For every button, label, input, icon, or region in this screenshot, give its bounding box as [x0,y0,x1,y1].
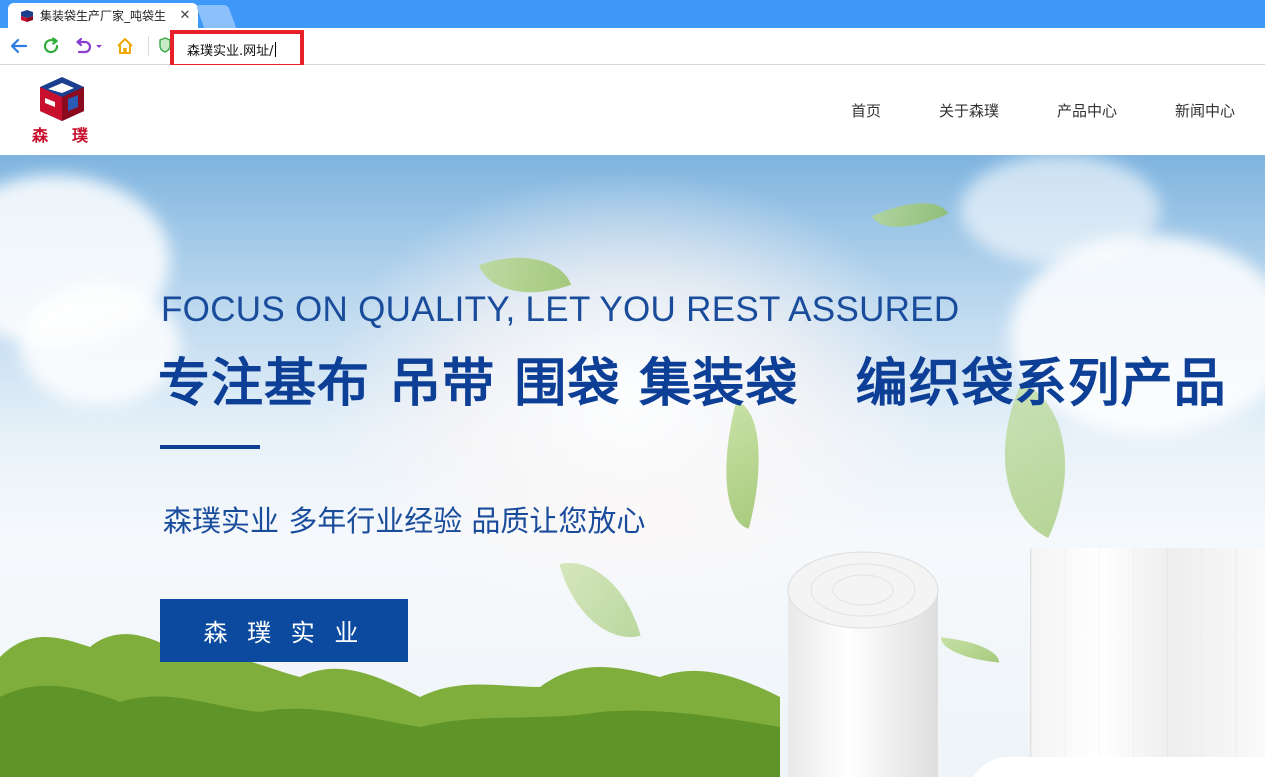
tab-title: 集装袋生产厂家_吨袋生 [40,9,167,23]
nav-item-about[interactable]: 关于森璞 [939,100,999,121]
banner-corner-shape [968,757,1265,777]
hero-subline: 森璞实业 多年行业经验 品质让您放心 [163,504,646,538]
svg-text:璞: 璞 [72,126,89,145]
hero-headline: 专注基布 吊带 围袋 集装袋 编织袋系列产品 [158,354,1227,414]
site-logo-icon [21,9,33,22]
undo-dropdown-icon[interactable] [73,36,105,56]
nav-item-products[interactable]: 产品中心 [1057,100,1117,121]
fabric-sheet-image [1030,548,1265,777]
toolbar-separator [148,36,149,56]
arrow-left-icon[interactable] [9,36,29,56]
address-bar-text[interactable]: 森璞实业.网址/ [187,40,274,59]
hero-tagline-en: FOCUS ON QUALITY, LET YOU REST ASSURED [161,290,960,329]
browser-tab[interactable]: 集装袋生产厂家_吨袋生 ✕ [8,3,198,28]
new-tab-button[interactable] [195,5,237,28]
hero-banner: FOCUS ON QUALITY, LET YOU REST ASSURED 专… [0,155,1265,777]
hero-cta-button[interactable]: 森 璞 实 业 [160,599,408,662]
reload-icon[interactable] [41,36,61,56]
home-icon[interactable] [115,36,135,56]
close-icon[interactable]: ✕ [178,8,192,23]
cloud-decoration [960,155,1160,265]
fabric-roll-image [787,551,939,777]
browser-toolbar: 森璞实业.网址/ [0,28,1265,68]
address-bar[interactable]: 森璞实业.网址/ [170,30,304,68]
svg-text:森: 森 [32,126,49,145]
nav-item-news[interactable]: 新闻中心 [1175,100,1235,121]
hero-divider [160,445,260,449]
cloud-decoration [20,285,180,405]
browser-tab-strip: 集装袋生产厂家_吨袋生 ✕ [0,0,1265,28]
main-nav: 首页 关于森璞 产品中心 新闻中心 [793,65,1235,155]
nav-item-home[interactable]: 首页 [851,100,881,121]
text-cursor [274,41,276,57]
company-logo[interactable]: 森 璞 [28,71,96,149]
site-header: 森 璞 首页 关于森璞 产品中心 新闻中心 [0,65,1265,155]
